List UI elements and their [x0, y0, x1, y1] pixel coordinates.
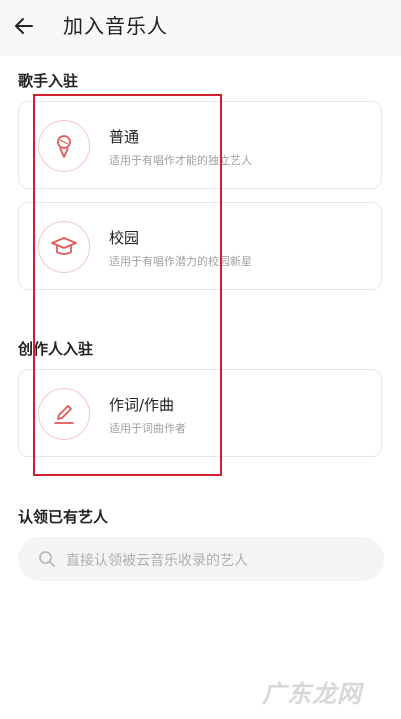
pen-icon: [38, 388, 90, 440]
search-input[interactable]: 直接认领被云音乐收录的艺人: [18, 537, 384, 581]
card-desc-lyric: 适用于词曲作者: [109, 422, 186, 435]
search-placeholder: 直接认领被云音乐收录的艺人: [66, 553, 248, 569]
section-title-claim: 认领已有艺人: [18, 508, 109, 526]
watermark-text: 广东龙网: [262, 680, 362, 708]
section-title-creator: 创作人入驻: [18, 340, 94, 358]
card-title-normal: 普通: [109, 128, 140, 146]
card-campus[interactable]: 校园 适用于有唱作潜力的校园新星: [18, 202, 382, 290]
card-title-lyric: 作词/作曲: [109, 396, 175, 414]
section-title-singer: 歌手入驻: [18, 72, 79, 90]
back-button[interactable]: [10, 12, 38, 40]
card-lyric[interactable]: 作词/作曲 适用于词曲作者: [18, 369, 382, 457]
card-desc-campus: 适用于有唱作潜力的校园新星: [109, 255, 252, 268]
graduation-cap-icon: [38, 221, 90, 273]
card-title-campus: 校园: [109, 229, 140, 247]
page-title: 加入音乐人: [63, 14, 168, 38]
card-desc-normal: 适用于有唱作才能的独立艺人: [109, 154, 252, 167]
arrow-left-icon: [15, 18, 33, 34]
card-normal[interactable]: 普通 适用于有唱作才能的独立艺人: [18, 101, 382, 189]
search-icon: [39, 551, 55, 567]
header-bar: 加入音乐人: [0, 0, 401, 56]
microphone-icon: [38, 120, 90, 172]
